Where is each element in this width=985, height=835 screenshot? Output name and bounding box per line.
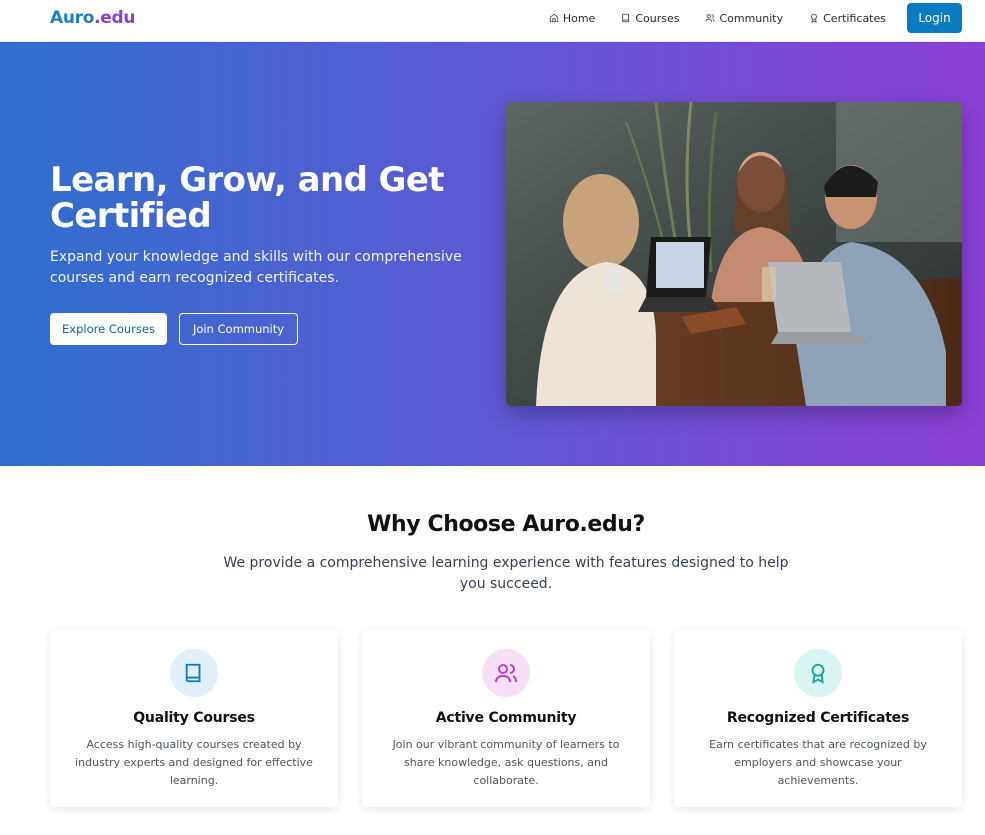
nav-item-label: Courses <box>635 11 680 25</box>
navbar: Auro.edu Home Courses Community Certific… <box>0 0 985 42</box>
brand-logo-part-2: .edu <box>94 8 136 28</box>
explore-courses-button[interactable]: Explore Courses <box>50 313 167 345</box>
feature-card-description: Access high-quality courses created by i… <box>75 738 313 787</box>
features-title: Why Choose Auro.edu? <box>367 512 645 537</box>
nav-item-courses[interactable]: Courses <box>621 12 679 25</box>
hero-section: Learn, Grow, and Get Certified Expand yo… <box>0 42 985 466</box>
login-button[interactable]: Login <box>907 3 962 33</box>
users-icon <box>705 14 716 22</box>
feature-card-title: Recognized Certificates <box>726 710 910 726</box>
feature-card-active-community: Active Community Join our vibrant commun… <box>362 630 650 807</box>
feature-card-description: Join our vibrant community of learners t… <box>392 738 620 787</box>
brand-logo[interactable]: Auro.edu <box>50 8 135 28</box>
feature-card-title: Quality Courses <box>133 710 255 726</box>
feature-card-description: Earn certificates that are recognized by… <box>709 738 927 787</box>
feature-card-title: Active Community <box>435 710 577 726</box>
join-community-button[interactable]: Join Community <box>179 313 298 345</box>
features-subtitle: We provide a comprehensive learning expe… <box>223 555 789 592</box>
award-icon <box>811 13 818 23</box>
book-icon <box>170 649 218 697</box>
users-icon <box>482 649 530 697</box>
hero-title: Learn, Grow, and Get Certified <box>50 160 445 236</box>
feature-card-recognized-certificates: Recognized Certificates Earn certificate… <box>674 630 962 807</box>
book-icon <box>622 13 630 23</box>
brand-logo-part-1: Auro <box>50 8 95 28</box>
nav-item-label: Certificates <box>823 11 886 25</box>
hero-subtitle: Expand your knowledge and skills with ou… <box>50 249 462 286</box>
home-icon <box>549 13 558 23</box>
nav-links: Home Courses Community Certificates <box>549 0 886 36</box>
hero-image <box>506 102 962 406</box>
nav-item-label: Home <box>562 11 596 25</box>
nav-item-certificates[interactable]: Certificates <box>809 12 886 25</box>
nav-item-home[interactable]: Home <box>549 12 595 25</box>
nav-item-community[interactable]: Community <box>705 12 783 25</box>
feature-card-quality-courses: Quality Courses Access high-quality cour… <box>50 630 338 807</box>
nav-item-label: Community <box>719 11 784 25</box>
award-icon <box>794 649 842 697</box>
